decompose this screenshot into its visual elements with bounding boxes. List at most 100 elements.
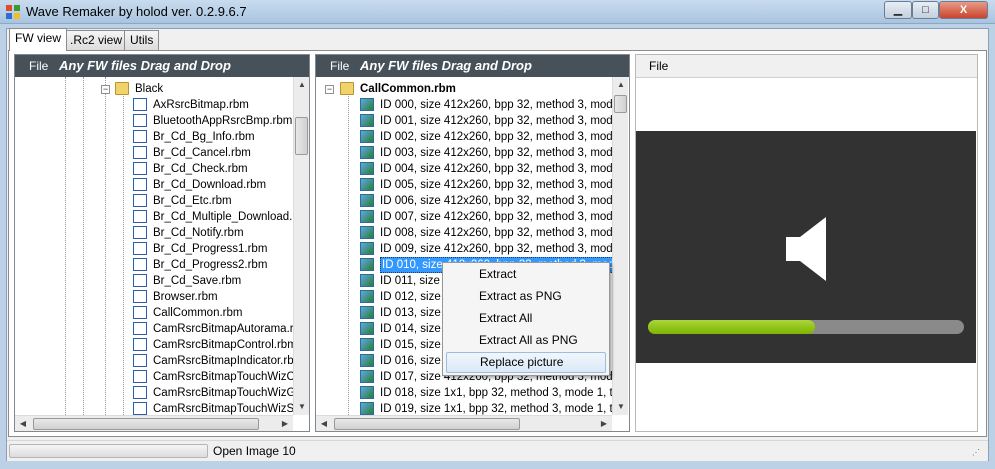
image-item[interactable]: ID 008, size 412x260, bpp 32, method 3, …: [360, 225, 612, 241]
image-item[interactable]: ID 005, size 412x260, bpp 32, method 3, …: [360, 177, 612, 193]
left-horizontal-scrollbar[interactable]: ◀ ▶: [15, 415, 293, 431]
tree-guide-line: [105, 77, 106, 415]
image-label: ID 014, size 4: [380, 323, 451, 335]
image-label: ID 013, size 4: [380, 307, 451, 319]
menu-item-replace-picture[interactable]: Replace picture: [446, 352, 606, 373]
file-label: BluetoothAppRsrcBmp.rbm: [153, 115, 293, 127]
left-file-menu[interactable]: File: [29, 55, 48, 77]
image-icon: [360, 290, 374, 303]
image-icon: [360, 242, 374, 255]
scroll-thumb[interactable]: [334, 418, 520, 430]
file-icon: [133, 98, 147, 111]
image-item[interactable]: ID 019, size 1x1, bpp 32, method 3, mode…: [360, 401, 612, 415]
root-label: CallCommon.rbm: [360, 83, 456, 95]
folder-icon: [115, 82, 129, 95]
folder-icon: [340, 82, 354, 95]
minimize-button[interactable]: ▁: [884, 1, 912, 19]
image-item[interactable]: ID 000, size 412x260, bpp 32, method 3, …: [360, 97, 612, 113]
resize-grip-icon[interactable]: ⋰: [972, 448, 980, 457]
tree-guide-line: [83, 77, 84, 415]
image-item[interactable]: ID 009, size 412x260, bpp 32, method 3, …: [360, 241, 612, 257]
file-label: CamRsrcBitmapTouchWizCon: [153, 371, 293, 383]
file-label: Br_Cd_Cancel.rbm: [153, 147, 251, 159]
scroll-up-arrow-icon[interactable]: ▲: [613, 77, 629, 93]
image-icon: [360, 306, 374, 319]
scroll-thumb[interactable]: [614, 95, 627, 113]
image-icon: [360, 130, 374, 143]
scroll-thumb[interactable]: [33, 418, 259, 430]
image-label: ID 003, size 412x260, bpp 32, method 3, …: [380, 147, 612, 159]
file-icon: [133, 322, 147, 335]
file-icon: [133, 370, 147, 383]
image-icon: [360, 402, 374, 415]
image-item[interactable]: ID 003, size 412x260, bpp 32, method 3, …: [360, 145, 612, 161]
middle-horizontal-scrollbar[interactable]: ◀ ▶: [316, 415, 612, 431]
tree-guide-line: [123, 91, 124, 415]
image-icon: [360, 146, 374, 159]
file-label: Br_Cd_Check.rbm: [153, 163, 248, 175]
file-label: Br_Cd_Notify.rbm: [153, 227, 244, 239]
image-item[interactable]: ID 001, size 412x260, bpp 32, method 3, …: [360, 113, 612, 129]
image-icon: [360, 370, 374, 383]
image-icon: [360, 194, 374, 207]
file-icon: [133, 226, 147, 239]
file-label: Br_Cd_Multiple_Download.rbm: [153, 211, 293, 223]
close-button[interactable]: X: [939, 1, 988, 19]
left-file-tree[interactable]: − Black AxRsrcBitmap.rbm BluetoothAppRsr…: [15, 77, 293, 415]
scroll-down-arrow-icon[interactable]: ▼: [294, 399, 310, 415]
image-icon: [360, 386, 374, 399]
scroll-left-arrow-icon[interactable]: ◀: [15, 416, 31, 432]
middle-vertical-scrollbar[interactable]: ▲ ▼: [612, 77, 628, 415]
file-icon: [133, 130, 147, 143]
left-vertical-scrollbar[interactable]: ▲ ▼: [293, 77, 309, 415]
scroll-up-arrow-icon[interactable]: ▲: [294, 77, 310, 93]
scroll-left-arrow-icon[interactable]: ◀: [316, 416, 332, 432]
scroll-thumb[interactable]: [295, 117, 308, 155]
image-label: ID 008, size 412x260, bpp 32, method 3, …: [380, 227, 612, 239]
tab-fw-view[interactable]: FW view: [9, 28, 67, 51]
image-label: ID 001, size 412x260, bpp 32, method 3, …: [380, 115, 612, 127]
image-item[interactable]: ID 018, size 1x1, bpp 32, method 3, mode…: [360, 385, 612, 401]
middle-file-menu[interactable]: File: [330, 55, 349, 77]
image-label: ID 019, size 1x1, bpp 32, method 3, mode…: [380, 403, 612, 415]
image-item[interactable]: ID 002, size 412x260, bpp 32, method 3, …: [360, 129, 612, 145]
root-expander[interactable]: −: [325, 85, 334, 94]
menu-item-extract-all-as-png[interactable]: Extract All as PNG: [446, 330, 606, 351]
image-item[interactable]: ID 007, size 412x260, bpp 32, method 3, …: [360, 209, 612, 225]
file-label: CamRsrcBitmapIndicator.rbm: [153, 355, 293, 367]
image-preview: [636, 131, 976, 363]
scroll-right-arrow-icon[interactable]: ▶: [596, 416, 612, 432]
folder-label: Black: [135, 83, 164, 95]
folder-expander[interactable]: −: [101, 85, 110, 94]
tree-guide-line: [348, 91, 349, 415]
image-label: ID 004, size 412x260, bpp 32, method 3, …: [380, 163, 612, 175]
menu-item-extract[interactable]: Extract: [446, 264, 606, 285]
volume-fill: [648, 320, 816, 334]
file-icon: [133, 178, 147, 191]
image-label: ID 015, size 4: [380, 339, 451, 351]
tree-guide-line: [65, 77, 66, 415]
image-label: ID 009, size 412x260, bpp 32, method 3, …: [380, 243, 612, 255]
file-icon: [133, 338, 147, 351]
tab-rc2-view[interactable]: .Rc2 view: [64, 30, 129, 50]
file-icon: [133, 114, 147, 127]
image-icon: [360, 338, 374, 351]
image-item[interactable]: ID 004, size 412x260, bpp 32, method 3, …: [360, 161, 612, 177]
tab-utils[interactable]: Utils: [124, 30, 160, 50]
file-icon: [133, 210, 147, 223]
image-item[interactable]: ID 006, size 412x260, bpp 32, method 3, …: [360, 193, 612, 209]
menu-item-extract-all[interactable]: Extract All: [446, 308, 606, 329]
context-menu: Extract Extract as PNG Extract All Extra…: [442, 262, 610, 376]
image-icon: [360, 274, 374, 287]
scroll-down-arrow-icon[interactable]: ▼: [613, 399, 629, 415]
file-icon: [133, 258, 147, 271]
preview-file-menu[interactable]: File: [649, 59, 668, 73]
image-icon: [360, 98, 374, 111]
menu-item-extract-as-png[interactable]: Extract as PNG: [446, 286, 606, 307]
image-icon: [360, 226, 374, 239]
scroll-right-arrow-icon[interactable]: ▶: [277, 416, 293, 432]
file-icon: [133, 386, 147, 399]
file-label: AxRsrcBitmap.rbm: [153, 99, 249, 111]
image-icon: [360, 322, 374, 335]
maximize-button[interactable]: □: [912, 1, 939, 19]
